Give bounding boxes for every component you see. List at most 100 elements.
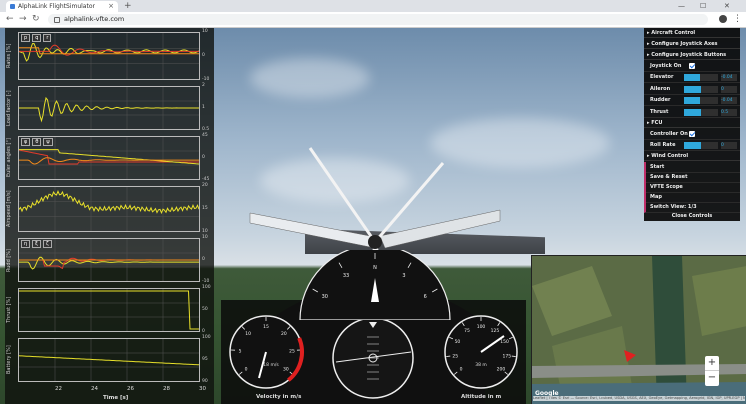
graph-y-tick: 100 xyxy=(202,285,211,290)
forward-icon[interactable]: → xyxy=(19,12,27,27)
graph-panel: Rates [%] 10 0 -10 p q r xyxy=(5,29,214,82)
close-controls-button[interactable]: Close Controls xyxy=(644,212,740,221)
series-toggle-button[interactable]: φ xyxy=(21,138,31,146)
graph-y-tick: -10 xyxy=(202,77,210,82)
tab-close-icon[interactable]: × xyxy=(108,1,114,12)
heading-tick-label: 6 xyxy=(424,294,427,300)
slider-value[interactable]: 0.5 xyxy=(721,108,737,116)
series-toggle-button[interactable]: p xyxy=(21,34,31,42)
cloud xyxy=(250,58,370,98)
roll-rate-row: Roll Rate 0 xyxy=(644,140,740,151)
heading-tick-label: 30 xyxy=(322,294,328,300)
aircraft-control-header[interactable]: ▸ Aircraft Control xyxy=(644,28,740,38)
joystick-axes-header[interactable]: ▸ Configure Joystick Axes xyxy=(644,39,740,49)
slider-row-elevator: Elevator -0.04 xyxy=(644,72,740,83)
graph-y-tick: 0 xyxy=(202,329,205,334)
graph-y-tick: 10 xyxy=(202,29,208,34)
controller-on-label: Controller On xyxy=(650,131,688,137)
graph-y-label: Airspeed [m/s] xyxy=(6,190,12,228)
heading-tick-label: 33 xyxy=(343,273,349,279)
series-toggle-button[interactable]: θ xyxy=(32,138,42,146)
slider-label: Thrust xyxy=(650,108,669,115)
x-tick: 28 xyxy=(163,386,170,392)
series-toggle-button[interactable]: η xyxy=(21,240,31,248)
altitude-tick-label: 0 xyxy=(460,367,463,373)
altitude-label: Altitude in m xyxy=(461,394,502,400)
graph-y-tick: 0.5 xyxy=(202,127,210,132)
zoom-in-button[interactable]: + xyxy=(705,356,719,371)
simulator-viewport[interactable]: Rates [%] 10 0 -10 p q r Load factor [-] 2 1 0.5 Eu… xyxy=(0,28,746,404)
graph-panel: Thrust [%] 100 50 0 xyxy=(5,285,214,334)
series-toggle-button[interactable]: ξ xyxy=(32,240,41,248)
altitude-tick-label: 50 xyxy=(455,339,461,345)
fcu-label: FCU xyxy=(651,120,663,126)
series-toggle-button[interactable]: ψ xyxy=(43,138,53,146)
slider-value[interactable]: -0.04 xyxy=(721,97,737,104)
joystick-buttons-label: Configure Joystick Buttons xyxy=(651,52,727,58)
thrust-slider[interactable] xyxy=(684,108,718,116)
graph-y-tick: 50 xyxy=(202,307,208,312)
new-tab-button[interactable]: + xyxy=(124,0,132,12)
series-toggle-button[interactable]: r xyxy=(43,34,52,42)
joystick-on-checkbox[interactable] xyxy=(689,63,695,69)
graph-y-tick: 2 xyxy=(202,83,205,88)
wind-control-label: Wind Control xyxy=(651,153,689,159)
graph-series-toggles: φθψ xyxy=(21,138,53,146)
roll-rate-slider[interactable] xyxy=(684,142,718,149)
slider-fill xyxy=(684,85,701,93)
slider-value[interactable]: -0.04 xyxy=(721,74,737,81)
elevator-slider[interactable] xyxy=(684,74,718,81)
graph-y-label: Rudd [%] xyxy=(6,248,12,272)
graph-y-tick: 100 xyxy=(202,335,211,340)
series-toggle-button[interactable]: q xyxy=(32,34,42,42)
url-field[interactable]: alphalink-vfte.com xyxy=(48,14,708,25)
graph-plot xyxy=(18,288,200,332)
aileron-slider[interactable] xyxy=(684,85,718,93)
browser-tab-bar: AlphaLink FlightSimulator × + — ☐ ✕ xyxy=(0,0,746,12)
joystick-on-label: Joystick On xyxy=(650,63,682,69)
lock-icon xyxy=(54,17,60,23)
graph-y-tick: 0 xyxy=(202,257,205,262)
altitude-tick-label: 150 xyxy=(500,339,509,345)
account-icon[interactable] xyxy=(719,15,727,23)
velocity-tick-label: 5 xyxy=(239,348,242,354)
minimize-icon[interactable]: — xyxy=(678,0,685,12)
graph-y-tick: 45 xyxy=(202,133,208,138)
graph-y-tick: 10 xyxy=(202,235,208,240)
browser-tab[interactable]: AlphaLink FlightSimulator × xyxy=(6,1,118,12)
controller-on-checkbox[interactable] xyxy=(689,131,695,137)
rudder-slider[interactable] xyxy=(684,97,718,104)
velocity-tick-label: 15 xyxy=(263,324,269,330)
graph-y-label: Battery [%] xyxy=(6,345,12,375)
graph-y-tick: 10 xyxy=(202,229,208,234)
maximize-icon[interactable]: ☐ xyxy=(700,0,706,12)
series-toggle-button[interactable]: ζ xyxy=(42,240,52,248)
altitude-tick xyxy=(446,355,451,357)
slider-value[interactable]: 0 xyxy=(721,85,737,93)
joystick-on-row: Joystick On xyxy=(644,61,740,72)
slider-row-rudder: Rudder -0.04 xyxy=(644,95,740,106)
x-tick: 26 xyxy=(127,386,134,392)
graph-panel: Airspeed [m/s] 20 15 10 xyxy=(5,183,214,234)
controller-on-row: Controller On xyxy=(644,129,740,140)
wind-control-header[interactable]: ▸ Wind Control xyxy=(644,151,740,161)
graph-plot xyxy=(18,186,200,232)
graph-traces xyxy=(19,87,199,129)
zoom-out-button[interactable]: − xyxy=(705,371,719,385)
graph-y-tick: 20 xyxy=(202,183,208,188)
back-icon[interactable]: ← xyxy=(6,12,14,27)
roll-rate-value[interactable]: 0 xyxy=(721,142,737,149)
fcu-header[interactable]: ▸ FCU xyxy=(644,118,740,128)
velocity-tick-label: 20 xyxy=(281,331,287,337)
trace-line xyxy=(18,190,200,215)
window-close-icon[interactable]: ✕ xyxy=(724,0,730,12)
joystick-buttons-header[interactable]: ▸ Configure Joystick Buttons xyxy=(644,50,740,60)
graph-traces xyxy=(18,339,200,381)
x-tick: 30 xyxy=(199,386,206,392)
map-zoom-control: + − xyxy=(705,356,719,386)
graph-y-label: Thrust [%] xyxy=(6,296,12,324)
slider-label: Elevator xyxy=(650,74,674,80)
reload-icon[interactable]: ↻ xyxy=(32,12,40,27)
menu-icon[interactable]: ⋮ xyxy=(733,12,742,27)
graph-y-tick: 0 xyxy=(202,155,205,160)
